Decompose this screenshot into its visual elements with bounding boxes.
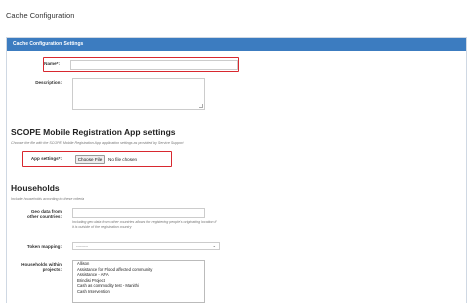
households-section-title: Households <box>11 183 60 193</box>
projects-multiselect[interactable]: Allison Assistance for Flood affected co… <box>72 260 205 303</box>
geo-data-input[interactable] <box>72 208 205 218</box>
resize-grip-icon[interactable] <box>199 104 203 108</box>
chevron-down-icon: ⌄ <box>212 243 216 248</box>
token-mapping-select[interactable]: --------- ⌄ <box>72 242 220 250</box>
project-option[interactable]: Cash Intervention <box>73 289 204 295</box>
geo-label: Geo data from other countries: <box>10 209 62 219</box>
households-section-desc: Include households according to these cr… <box>11 197 85 201</box>
description-textarea[interactable] <box>72 78 205 110</box>
scope-section-desc: Choose the file with the SCOPE Mobile Re… <box>11 141 184 145</box>
name-highlight-box <box>43 57 239 72</box>
token-mapping-label: Token mapping: <box>26 244 62 249</box>
panel-header: Cache Configuration Settings <box>7 38 466 51</box>
page-title: Cache Configuration <box>6 11 75 20</box>
description-label: Description: <box>35 80 62 85</box>
projects-label: Households within projects: <box>10 262 62 272</box>
geo-label-line2: other countries: <box>27 214 62 219</box>
scope-section-title: SCOPE Mobile Registration App settings <box>11 127 176 137</box>
app-settings-highlight-box <box>22 151 172 167</box>
projects-label-line2: projects: <box>42 267 62 272</box>
token-mapping-value: --------- <box>76 243 88 248</box>
geo-help-text: Including geo data from other countries … <box>72 220 217 229</box>
